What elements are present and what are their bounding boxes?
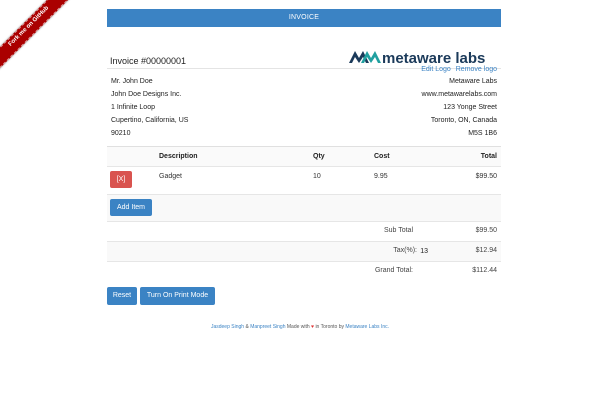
address-line[interactable]: Metaware Labs — [422, 75, 497, 88]
address-line[interactable]: M5S 1B6 — [422, 127, 497, 140]
tax-row: Tax(%): 13 $12.94 — [107, 241, 501, 261]
logo-brand-text: metaware labs — [382, 50, 485, 65]
header-qty: Qty — [313, 153, 325, 160]
print-mode-button[interactable]: Turn On Print Mode — [140, 287, 215, 305]
grand-total-label: Grand Total: — [374, 267, 413, 274]
address-line[interactable]: John Doe Designs Inc. — [111, 88, 188, 101]
header-cost: Cost — [374, 153, 390, 160]
item-cost[interactable]: 9.95 — [374, 173, 388, 180]
address-line[interactable]: 90210 — [111, 127, 188, 140]
tax-value: $12.94 — [475, 247, 497, 254]
billing-to-address: Mr. John Doe John Doe Designs Inc. 1 Inf… — [111, 75, 188, 140]
grand-total-value: $112.44 — [472, 267, 497, 274]
item-qty[interactable]: 10 — [313, 173, 321, 180]
items-table: Description Qty Cost Total [X] Gadget 10… — [107, 146, 501, 281]
company-link[interactable]: Metaware Labs Inc. — [345, 324, 389, 330]
address-line[interactable]: 123 Yonge Street — [422, 101, 497, 114]
edit-logo-link[interactable]: Edit Logo — [421, 66, 451, 73]
reset-button[interactable]: Reset — [107, 287, 137, 305]
author2-link[interactable]: Manpreet Singh — [250, 324, 285, 330]
footer-made-with: Made with — [286, 324, 310, 330]
subtotal-row: Sub Total $99.50 — [107, 221, 501, 241]
delete-item-button[interactable]: [X] — [110, 171, 132, 188]
table-row: [X] Gadget 10 9.95 $99.50 — [107, 166, 501, 194]
footer: Jasdeep Singh & Manpreet Singh Made with… — [0, 324, 600, 330]
invoice-title-bar: INVOICE — [107, 9, 501, 27]
item-total: $99.50 — [475, 173, 497, 180]
remove-logo-link[interactable]: Remove logo — [456, 66, 497, 73]
footer-in-toronto: in Toronto by — [315, 324, 344, 330]
author1-link[interactable]: Jasdeep Singh — [211, 324, 244, 330]
add-item-button[interactable]: Add Item — [110, 199, 152, 216]
address-line[interactable]: Cupertino, California, US — [111, 114, 188, 127]
address-line[interactable]: 1 Infinite Loop — [111, 101, 188, 114]
add-item-row: Add Item — [107, 194, 501, 221]
invoice-header: Invoice #00000001 metaware labs Edit Log… — [107, 27, 501, 73]
footer-amp: & — [245, 324, 249, 330]
metaware-logo-image: metaware labs — [349, 50, 485, 65]
billing-from-address: Metaware Labs www.metawarelabs.com 123 Y… — [422, 75, 497, 140]
subtotal-label: Sub Total — [383, 227, 413, 234]
item-description[interactable]: Gadget — [159, 173, 182, 180]
github-ribbon[interactable]: Fork me on GitHub — [0, 0, 72, 72]
subtotal-value: $99.50 — [475, 227, 497, 234]
heart-icon: ♥ — [311, 324, 315, 330]
invoice-title: INVOICE — [288, 14, 320, 21]
header-description: Description — [159, 153, 198, 160]
ribbon-label[interactable]: Fork me on GitHub — [0, 0, 72, 72]
grand-total-row: Grand Total: $112.44 — [107, 261, 501, 281]
table-header-row: Description Qty Cost Total — [107, 146, 501, 166]
address-line[interactable]: Toronto, ON, Canada — [422, 114, 497, 127]
invoice-number[interactable]: Invoice #00000001 — [110, 56, 186, 66]
invoice-panel: INVOICE Invoice #00000001 metaware labs … — [107, 9, 501, 73]
address-line[interactable]: www.metawarelabs.com — [422, 88, 497, 101]
mw-logo-mark — [349, 51, 381, 63]
address-line[interactable]: Mr. John Doe — [111, 75, 188, 88]
header-total: Total — [480, 153, 497, 160]
logo-links: Edit Logo Remove logo — [418, 66, 497, 73]
tax-rate-input[interactable]: 13 — [420, 248, 428, 255]
tax-label: Tax(%): — [393, 247, 417, 254]
